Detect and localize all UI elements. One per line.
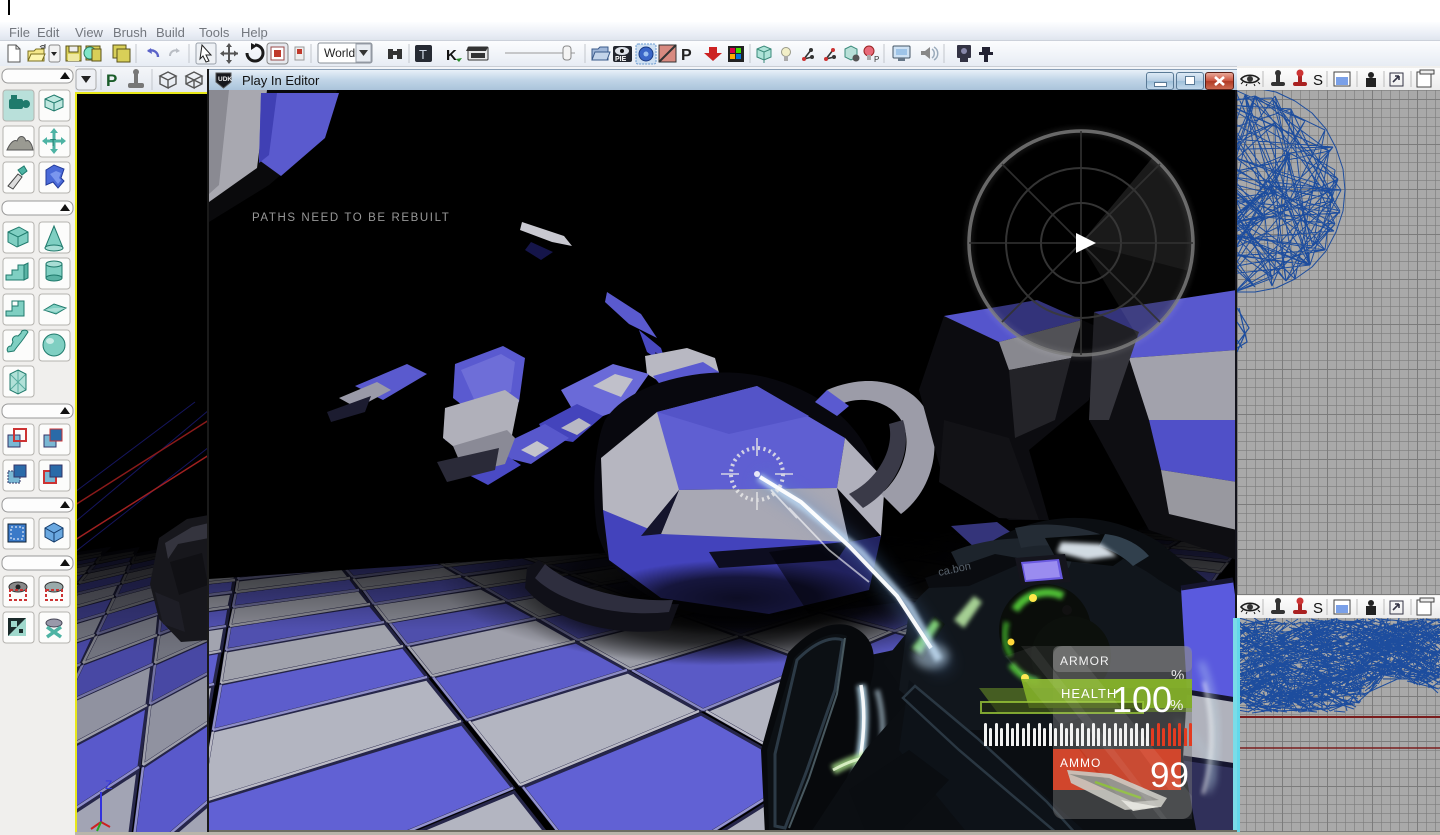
- svg-text:T: T: [50, 138, 56, 149]
- svg-text:P: P: [874, 55, 879, 64]
- svg-text:S: S: [1313, 600, 1323, 617]
- svg-text:T: T: [419, 47, 427, 62]
- svg-text:P: P: [681, 47, 692, 64]
- svg-text:PIE: PIE: [615, 56, 627, 63]
- svg-text:World: World: [324, 46, 355, 60]
- svg-text:S: S: [1313, 72, 1323, 89]
- svg-text:K: K: [446, 47, 457, 64]
- svg-text:PATHS NEED TO BE REBUILT: PATHS NEED TO BE REBUILT: [252, 212, 450, 224]
- svg-text:UDK: UDK: [218, 76, 232, 83]
- svg-text:%: %: [1170, 697, 1183, 714]
- svg-text:Z: Z: [105, 778, 112, 792]
- svg-text:P: P: [106, 71, 117, 90]
